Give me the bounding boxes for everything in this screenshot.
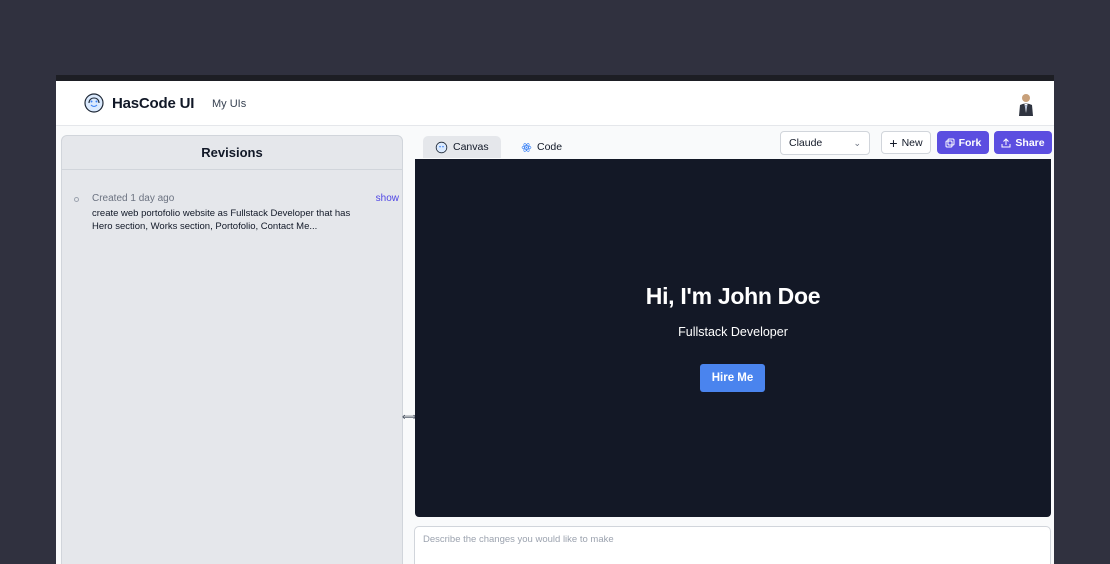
main-area: Revisions Created 1 day ago show create … [56, 126, 1054, 564]
brain-icon [435, 141, 448, 153]
brain-logo-icon [84, 93, 104, 113]
hero-title: Hi, I'm John Doe [645, 283, 821, 309]
upload-icon [1001, 137, 1011, 147]
model-select[interactable]: Claude ⌄ [780, 131, 870, 155]
share-button[interactable]: Share [994, 131, 1052, 154]
revision-show-link[interactable]: show [376, 193, 399, 204]
fork-button[interactable]: Fork [937, 131, 989, 154]
nav-link-my-uis[interactable]: My UIs [212, 98, 246, 110]
app-window: HasCode UI My UIs Revisions Created 1 da… [56, 75, 1054, 564]
hire-me-button[interactable]: Hire Me [700, 364, 765, 392]
tab-code-label: Code [537, 141, 563, 153]
prompt-input[interactable] [414, 526, 1051, 564]
brand-name[interactable]: HasCode UI [112, 95, 194, 112]
user-avatar[interactable] [1015, 92, 1037, 116]
fork-icon [945, 138, 955, 147]
top-nav: HasCode UI My UIs [56, 81, 1054, 126]
resize-handle-icon[interactable]: ⟺ [402, 412, 416, 424]
revisions-title: Revisions [62, 136, 402, 170]
tab-canvas-label: Canvas [453, 141, 489, 153]
react-atom-icon [521, 142, 532, 152]
chevron-down-icon: ⌄ [853, 138, 861, 148]
revisions-sidebar: Revisions Created 1 day ago show create … [61, 135, 403, 564]
tab-canvas[interactable]: Canvas [423, 136, 501, 158]
fork-button-label: Fork [958, 136, 982, 149]
revision-date: Created 1 day ago [92, 193, 175, 204]
new-button[interactable]: + New [881, 131, 931, 154]
revision-description: create web portofolio website as Fullsta… [92, 208, 351, 232]
model-select-value: Claude [789, 137, 823, 149]
new-button-label: New [901, 136, 923, 149]
share-button-label: Share [1015, 136, 1045, 149]
tab-code[interactable]: Code [509, 136, 574, 158]
hero-subtitle: Fullstack Developer [678, 325, 788, 339]
timeline-dot-icon [74, 197, 79, 202]
preview-canvas: Hi, I'm John Doe Fullstack Developer Hir… [415, 159, 1051, 517]
plus-icon: + [889, 134, 898, 151]
